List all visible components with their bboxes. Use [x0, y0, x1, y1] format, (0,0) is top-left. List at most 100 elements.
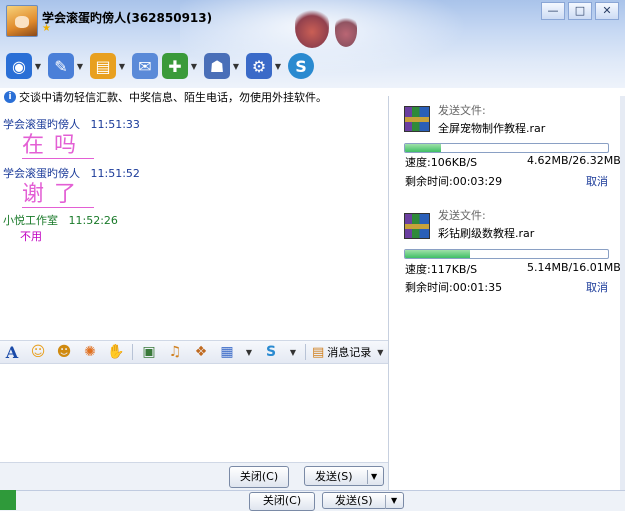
- file-transfer-pane: 发送文件: 全屏宠物制作教程.rar 速度:106KB/S 4.62MB/26.…: [389, 96, 625, 490]
- image-icon[interactable]: ▣: [139, 342, 159, 362]
- maximize-button[interactable]: □: [568, 2, 592, 20]
- transfer-filename: 全屏宠物制作教程.rar: [438, 122, 546, 135]
- wine-glass-decoration: [335, 15, 357, 47]
- cancel-transfer-link[interactable]: 取消: [586, 173, 608, 189]
- message-sender: 学会滚蛋旳傍人: [3, 167, 80, 180]
- transfer-label: 发送文件:: [438, 209, 486, 222]
- transfer-remaining: 剩余时间:00:03:29: [405, 175, 503, 188]
- notice-text: 交谈中请勿轻信汇款、中奖信息、陌生电话，勿使用外挂软件。: [19, 91, 327, 104]
- message-text: 在吗: [22, 134, 95, 159]
- chat-window: 学会滚蛋旳傍人(362850913) ★ — □ ✕ ◉ ▼ ✎ ▼ ▤ ▼ ✉: [0, 0, 625, 490]
- divider: [385, 495, 386, 509]
- chevron-down-icon: ▼: [377, 347, 384, 357]
- message-sender: 小悦工作室: [3, 214, 58, 227]
- avatar[interactable]: [6, 5, 38, 37]
- message-icon: ✉: [132, 53, 158, 79]
- toolbar-message-button[interactable]: ✉: [132, 53, 158, 79]
- message-history-button[interactable]: ▤ 消息记录 ▼: [312, 344, 386, 360]
- message-text: 不用: [20, 230, 42, 243]
- progress-fill: [405, 144, 441, 152]
- toolbar-add-button[interactable]: ✚ ▼: [162, 53, 200, 79]
- toolbar-send-file-button[interactable]: ▤ ▼: [90, 53, 128, 79]
- close-window-button[interactable]: ✕: [595, 2, 619, 20]
- message-header: 学会滚蛋旳傍人 11:51:33: [3, 116, 140, 132]
- window-header: 学会滚蛋旳傍人(362850913) ★ — □ ✕ ◉ ▼ ✎ ▼ ▤ ▼ ✉: [0, 0, 625, 88]
- main-toolbar: ◉ ▼ ✎ ▼ ▤ ▼ ✉ ✚ ▼ ☗ ▼ ⚙ ▼ S: [6, 51, 314, 81]
- settings-icon: ⚙: [246, 53, 272, 79]
- message-input[interactable]: [0, 364, 388, 462]
- send-options-icon[interactable]: ▼: [371, 467, 377, 486]
- shake-icon[interactable]: ✺: [80, 342, 100, 362]
- transfer-size: 5.14MB/16.01MB: [527, 261, 621, 274]
- send-label: 发送(S): [315, 470, 353, 483]
- chevron-down-icon[interactable]: ▼: [287, 348, 299, 357]
- send-button[interactable]: 发送(S) ▼: [304, 466, 384, 486]
- divider: [132, 344, 133, 360]
- cancel-transfer-link[interactable]: 取消: [586, 279, 608, 295]
- emoji-icon[interactable]: ☺: [28, 342, 48, 362]
- toolbar-apps-button[interactable]: ☗ ▼: [204, 53, 242, 79]
- message-time: 11:52:26: [68, 214, 118, 227]
- chevron-down-icon[interactable]: ▼: [32, 62, 44, 71]
- chat-history[interactable]: 学会滚蛋旳傍人 11:51:33 在吗 学会滚蛋旳傍人 11:51:52 谢了 …: [0, 108, 388, 340]
- chevron-down-icon[interactable]: ▼: [230, 62, 242, 71]
- toolbar-soso-button[interactable]: S: [288, 53, 314, 79]
- transfer-speed: 速度:117KB/S: [405, 263, 478, 276]
- screenshot-icon[interactable]: ▦: [217, 342, 237, 362]
- gift-icon[interactable]: ❖: [191, 342, 211, 362]
- soso-icon[interactable]: S: [261, 342, 281, 362]
- thumbs-up-icon[interactable]: ✋: [106, 342, 126, 362]
- soso-icon: S: [288, 53, 314, 79]
- wine-glass-decoration: [295, 8, 329, 48]
- add-icon: ✚: [162, 53, 188, 79]
- send-button-row: 关闭(C) 发送(S) ▼: [0, 462, 388, 490]
- send-options-icon[interactable]: ▼: [391, 493, 397, 509]
- transfer-label: 发送文件:: [438, 104, 486, 117]
- apps-icon: ☗: [204, 53, 230, 79]
- close-button[interactable]: 关闭(C): [249, 492, 315, 511]
- music-icon[interactable]: ♫: [165, 342, 185, 362]
- rar-file-icon: [404, 213, 430, 239]
- taskbar: 关闭(C) 发送(S) ▼: [0, 490, 625, 511]
- toolbar-video-button[interactable]: ◉ ▼: [6, 53, 44, 79]
- video-icon: ◉: [6, 53, 32, 79]
- send-button[interactable]: 发送(S) ▼: [322, 492, 404, 509]
- divider: [367, 470, 368, 484]
- mic-icon: ✎: [48, 53, 74, 79]
- chevron-down-icon[interactable]: ▼: [243, 348, 255, 357]
- message-header: 小悦工作室 11:52:26: [3, 212, 118, 228]
- progress-fill: [405, 250, 470, 258]
- magic-emoji-icon[interactable]: ☻: [54, 342, 74, 362]
- history-icon: ▤: [312, 344, 325, 360]
- message-text: 谢了: [22, 183, 95, 208]
- input-toolbar: A ☺ ☻ ✺ ✋ ▣ ♫ ❖ ▦ ▼ S ▼ ▤ 消息记录 ▼: [0, 340, 388, 364]
- chevron-down-icon[interactable]: ▼: [74, 62, 86, 71]
- transfer-filename: 彩钻刷级数教程.rar: [438, 227, 535, 240]
- minimize-button[interactable]: —: [541, 2, 565, 20]
- font-icon[interactable]: A: [2, 342, 22, 362]
- history-label: 消息记录: [327, 346, 372, 359]
- divider: [305, 344, 306, 360]
- chevron-down-icon[interactable]: ▼: [188, 62, 200, 71]
- transfer-progress-bar: [404, 249, 609, 259]
- message-sender: 学会滚蛋旳傍人: [3, 118, 80, 131]
- close-button[interactable]: 关闭(C): [229, 466, 289, 488]
- transfer-size: 4.62MB/26.32MB: [527, 154, 621, 167]
- rar-file-icon: [404, 106, 430, 132]
- status-star-icon: ★: [42, 23, 51, 34]
- window-controls: — □ ✕: [541, 2, 619, 20]
- scrollbar[interactable]: [620, 96, 625, 490]
- toolbar-settings-button[interactable]: ⚙ ▼: [246, 53, 284, 79]
- send-label: 发送(S): [335, 494, 373, 507]
- security-notice: i 交谈中请勿轻信汇款、中奖信息、陌生电话，勿使用外挂软件。: [4, 89, 327, 105]
- transfer-remaining: 剩余时间:00:01:35: [405, 281, 503, 294]
- window-title: 学会滚蛋旳傍人(362850913): [42, 11, 213, 25]
- transfer-speed: 速度:106KB/S: [405, 156, 478, 169]
- toolbar-voice-button[interactable]: ✎ ▼: [48, 53, 86, 79]
- info-icon: i: [4, 91, 16, 103]
- transfer-progress-bar: [404, 143, 609, 153]
- chevron-down-icon[interactable]: ▼: [272, 62, 284, 71]
- send-file-icon: ▤: [90, 53, 116, 79]
- message-header: 学会滚蛋旳傍人 11:51:52: [3, 165, 140, 181]
- chevron-down-icon[interactable]: ▼: [116, 62, 128, 71]
